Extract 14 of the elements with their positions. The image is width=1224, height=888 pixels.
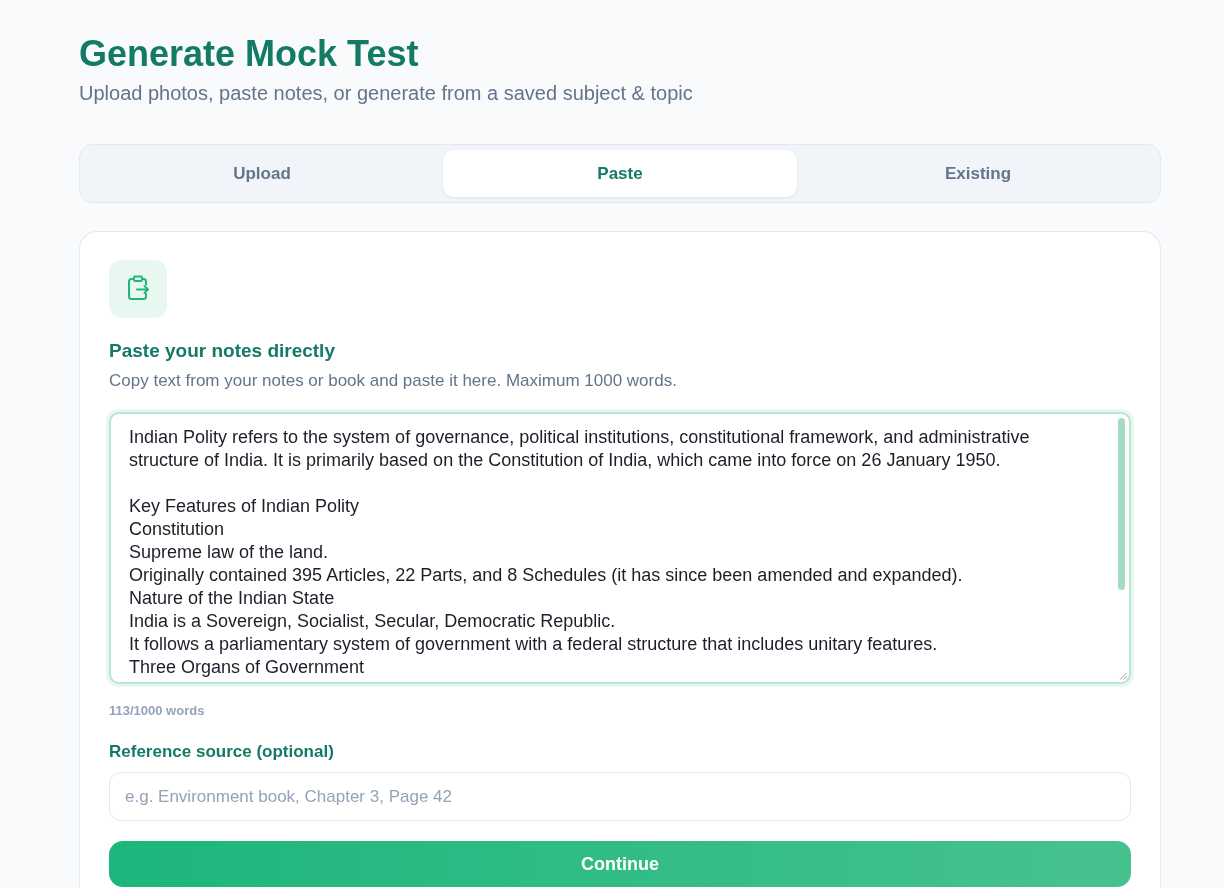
tab[interactable]: Upload: [85, 150, 439, 197]
page-title: Generate Mock Test: [79, 34, 419, 74]
continue-button[interactable]: Continue: [109, 841, 1131, 887]
reference-input[interactable]: e.g. Environment book, Chapter 3, Page 42: [109, 772, 1131, 821]
section-title: Paste your notes directly: [109, 339, 335, 363]
resize-grip-icon[interactable]: [1119, 672, 1127, 680]
tab[interactable]: Existing: [801, 150, 1155, 197]
page-subtitle: Upload photos, paste notes, or generate from a saved subject & topic: [79, 81, 693, 106]
reference-label: Reference source (optional): [109, 741, 334, 763]
word-count: 113/1000 words: [109, 702, 205, 720]
tab[interactable]: Paste: [443, 150, 797, 197]
section-description: Copy text from your notes or book and paste it here. Maximum 1000 words.: [109, 370, 677, 392]
notes-textarea[interactable]: Indian Polity refers to the system of governance, political institutions, constitutional framework, and administrative structure of India. It is primarily based on the Constitution of India, which came into force on 26 January 1950. Key Features of Indian Polity Constitution Supreme law of the land. Originally contained 395 Articles, 22 Parts, and 8 Schedules (it has since been amended and expanded). Nature of the Indian State India is a Sovereign, Socialist, Secular, Democratic Republic. It follows a parliamentary system of government with a federal structure that includes unitary features. Three Organs of Government: [109, 412, 1131, 684]
scrollbar-thumb[interactable]: [1118, 418, 1125, 590]
